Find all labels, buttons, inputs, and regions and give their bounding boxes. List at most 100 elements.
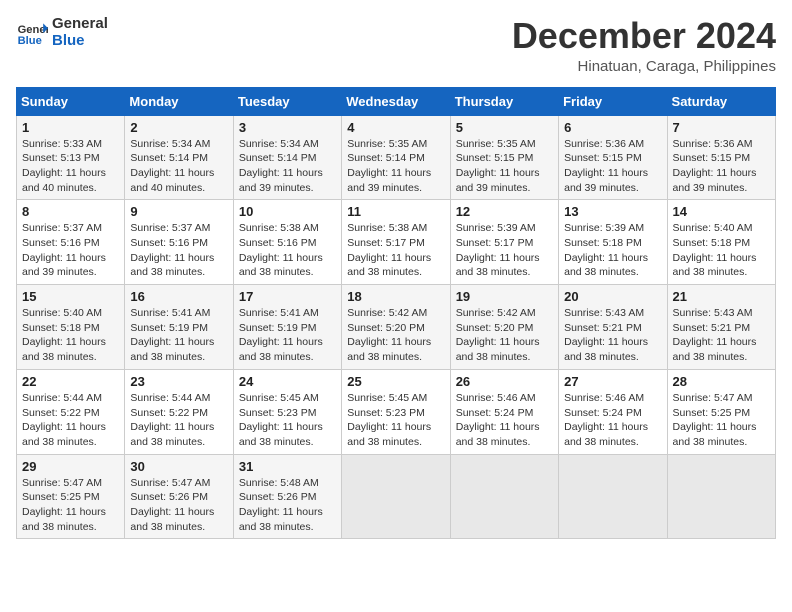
day-number: 20: [564, 289, 661, 304]
day-number: 16: [130, 289, 227, 304]
calendar-table: Sunday Monday Tuesday Wednesday Thursday…: [16, 87, 776, 540]
day-number: 19: [456, 289, 553, 304]
day-info: Sunrise: 5:45 AMSunset: 5:23 PMDaylight:…: [347, 392, 431, 448]
day-number: 1: [22, 120, 119, 135]
calendar-cell: [450, 454, 558, 539]
day-number: 24: [239, 374, 336, 389]
calendar-cell: 1 Sunrise: 5:33 AMSunset: 5:13 PMDayligh…: [17, 115, 125, 200]
calendar-cell: 19 Sunrise: 5:42 AMSunset: 5:20 PMDaylig…: [450, 285, 558, 370]
calendar-row: 8 Sunrise: 5:37 AMSunset: 5:16 PMDayligh…: [17, 200, 776, 285]
weekday-header-row: Sunday Monday Tuesday Wednesday Thursday…: [17, 87, 776, 115]
col-friday: Friday: [559, 87, 667, 115]
col-tuesday: Tuesday: [233, 87, 341, 115]
logo: General Blue General Blue: [16, 16, 108, 49]
calendar-cell: 25 Sunrise: 5:45 AMSunset: 5:23 PMDaylig…: [342, 369, 450, 454]
calendar-cell: 17 Sunrise: 5:41 AMSunset: 5:19 PMDaylig…: [233, 285, 341, 370]
day-info: Sunrise: 5:34 AMSunset: 5:14 PMDaylight:…: [239, 138, 323, 194]
calendar-cell: [559, 454, 667, 539]
calendar-cell: 12 Sunrise: 5:39 AMSunset: 5:17 PMDaylig…: [450, 200, 558, 285]
day-info: Sunrise: 5:46 AMSunset: 5:24 PMDaylight:…: [456, 392, 540, 448]
day-number: 27: [564, 374, 661, 389]
day-info: Sunrise: 5:48 AMSunset: 5:26 PMDaylight:…: [239, 477, 323, 533]
day-number: 31: [239, 459, 336, 474]
day-info: Sunrise: 5:44 AMSunset: 5:22 PMDaylight:…: [130, 392, 214, 448]
title-block: December 2024 Hinatuan, Caraga, Philippi…: [512, 16, 776, 75]
day-number: 14: [673, 204, 770, 219]
calendar-cell: 27 Sunrise: 5:46 AMSunset: 5:24 PMDaylig…: [559, 369, 667, 454]
day-info: Sunrise: 5:42 AMSunset: 5:20 PMDaylight:…: [456, 307, 540, 363]
col-thursday: Thursday: [450, 87, 558, 115]
day-info: Sunrise: 5:45 AMSunset: 5:23 PMDaylight:…: [239, 392, 323, 448]
calendar-row: 15 Sunrise: 5:40 AMSunset: 5:18 PMDaylig…: [17, 285, 776, 370]
calendar-cell: 15 Sunrise: 5:40 AMSunset: 5:18 PMDaylig…: [17, 285, 125, 370]
day-number: 2: [130, 120, 227, 135]
day-info: Sunrise: 5:34 AMSunset: 5:14 PMDaylight:…: [130, 138, 214, 194]
svg-text:Blue: Blue: [18, 35, 42, 47]
calendar-cell: [667, 454, 775, 539]
day-info: Sunrise: 5:36 AMSunset: 5:15 PMDaylight:…: [564, 138, 648, 194]
calendar-cell: 2 Sunrise: 5:34 AMSunset: 5:14 PMDayligh…: [125, 115, 233, 200]
calendar-cell: 3 Sunrise: 5:34 AMSunset: 5:14 PMDayligh…: [233, 115, 341, 200]
day-info: Sunrise: 5:39 AMSunset: 5:18 PMDaylight:…: [564, 222, 648, 278]
calendar-cell: 22 Sunrise: 5:44 AMSunset: 5:22 PMDaylig…: [17, 369, 125, 454]
calendar-cell: 5 Sunrise: 5:35 AMSunset: 5:15 PMDayligh…: [450, 115, 558, 200]
day-info: Sunrise: 5:41 AMSunset: 5:19 PMDaylight:…: [130, 307, 214, 363]
calendar-cell: 30 Sunrise: 5:47 AMSunset: 5:26 PMDaylig…: [125, 454, 233, 539]
day-number: 6: [564, 120, 661, 135]
day-info: Sunrise: 5:44 AMSunset: 5:22 PMDaylight:…: [22, 392, 106, 448]
logo-text: General Blue: [52, 16, 108, 49]
calendar-cell: 29 Sunrise: 5:47 AMSunset: 5:25 PMDaylig…: [17, 454, 125, 539]
day-number: 21: [673, 289, 770, 304]
day-number: 7: [673, 120, 770, 135]
calendar-cell: 4 Sunrise: 5:35 AMSunset: 5:14 PMDayligh…: [342, 115, 450, 200]
day-number: 13: [564, 204, 661, 219]
calendar-cell: 11 Sunrise: 5:38 AMSunset: 5:17 PMDaylig…: [342, 200, 450, 285]
day-info: Sunrise: 5:37 AMSunset: 5:16 PMDaylight:…: [130, 222, 214, 278]
calendar-cell: 18 Sunrise: 5:42 AMSunset: 5:20 PMDaylig…: [342, 285, 450, 370]
calendar-cell: 8 Sunrise: 5:37 AMSunset: 5:16 PMDayligh…: [17, 200, 125, 285]
day-number: 26: [456, 374, 553, 389]
calendar-body: 1 Sunrise: 5:33 AMSunset: 5:13 PMDayligh…: [17, 115, 776, 539]
calendar-cell: 21 Sunrise: 5:43 AMSunset: 5:21 PMDaylig…: [667, 285, 775, 370]
day-number: 11: [347, 204, 444, 219]
day-info: Sunrise: 5:41 AMSunset: 5:19 PMDaylight:…: [239, 307, 323, 363]
day-info: Sunrise: 5:43 AMSunset: 5:21 PMDaylight:…: [673, 307, 757, 363]
day-number: 8: [22, 204, 119, 219]
day-number: 5: [456, 120, 553, 135]
day-number: 10: [239, 204, 336, 219]
day-number: 4: [347, 120, 444, 135]
day-number: 9: [130, 204, 227, 219]
calendar-row: 29 Sunrise: 5:47 AMSunset: 5:25 PMDaylig…: [17, 454, 776, 539]
calendar-cell: 6 Sunrise: 5:36 AMSunset: 5:15 PMDayligh…: [559, 115, 667, 200]
day-number: 17: [239, 289, 336, 304]
calendar-row: 1 Sunrise: 5:33 AMSunset: 5:13 PMDayligh…: [17, 115, 776, 200]
col-saturday: Saturday: [667, 87, 775, 115]
day-number: 3: [239, 120, 336, 135]
page-header: General Blue General Blue December 2024 …: [16, 16, 776, 75]
day-info: Sunrise: 5:39 AMSunset: 5:17 PMDaylight:…: [456, 222, 540, 278]
day-number: 18: [347, 289, 444, 304]
day-number: 12: [456, 204, 553, 219]
day-info: Sunrise: 5:43 AMSunset: 5:21 PMDaylight:…: [564, 307, 648, 363]
day-info: Sunrise: 5:37 AMSunset: 5:16 PMDaylight:…: [22, 222, 106, 278]
day-number: 30: [130, 459, 227, 474]
calendar-cell: 28 Sunrise: 5:47 AMSunset: 5:25 PMDaylig…: [667, 369, 775, 454]
day-info: Sunrise: 5:36 AMSunset: 5:15 PMDaylight:…: [673, 138, 757, 194]
day-info: Sunrise: 5:46 AMSunset: 5:24 PMDaylight:…: [564, 392, 648, 448]
col-monday: Monday: [125, 87, 233, 115]
calendar-row: 22 Sunrise: 5:44 AMSunset: 5:22 PMDaylig…: [17, 369, 776, 454]
day-number: 25: [347, 374, 444, 389]
day-number: 23: [130, 374, 227, 389]
calendar-cell: 14 Sunrise: 5:40 AMSunset: 5:18 PMDaylig…: [667, 200, 775, 285]
calendar-cell: 20 Sunrise: 5:43 AMSunset: 5:21 PMDaylig…: [559, 285, 667, 370]
calendar-cell: 24 Sunrise: 5:45 AMSunset: 5:23 PMDaylig…: [233, 369, 341, 454]
day-info: Sunrise: 5:40 AMSunset: 5:18 PMDaylight:…: [673, 222, 757, 278]
day-info: Sunrise: 5:47 AMSunset: 5:25 PMDaylight:…: [22, 477, 106, 533]
day-info: Sunrise: 5:38 AMSunset: 5:17 PMDaylight:…: [347, 222, 431, 278]
day-number: 29: [22, 459, 119, 474]
calendar-cell: 10 Sunrise: 5:38 AMSunset: 5:16 PMDaylig…: [233, 200, 341, 285]
day-info: Sunrise: 5:47 AMSunset: 5:25 PMDaylight:…: [673, 392, 757, 448]
day-number: 22: [22, 374, 119, 389]
logo-icon: General Blue: [16, 17, 48, 49]
calendar-cell: 16 Sunrise: 5:41 AMSunset: 5:19 PMDaylig…: [125, 285, 233, 370]
